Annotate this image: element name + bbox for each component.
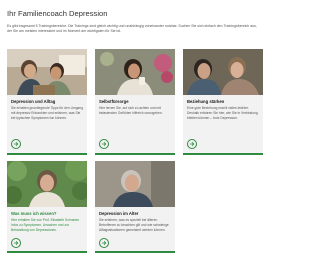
- arrow-right-circle-icon[interactable]: [99, 238, 109, 248]
- card-depression-im-alter[interactable]: Depression im Alter Sie erfahren, was es…: [95, 161, 175, 253]
- arrow-right-circle-icon[interactable]: [187, 139, 197, 149]
- card-description: Sie erfahren, was es speziell bei ältere…: [99, 218, 169, 232]
- card-accent-bar: [7, 251, 87, 253]
- card-title: Selbstfürsorge: [99, 99, 129, 104]
- card-beziehung-staerken[interactable]: Beziehung stärken Eine gute Beziehung ma…: [183, 49, 263, 155]
- card-selbstfuersorge[interactable]: Selbstfürsorge Hier lernen Sie, auf sich…: [95, 49, 175, 155]
- card-title: Depression und Alltag: [11, 99, 56, 104]
- arrow-right-circle-icon[interactable]: [11, 139, 21, 149]
- card-image-depression-im-alter: [95, 161, 175, 207]
- card-accent-bar: [7, 153, 87, 155]
- intro-text: Es gibt insgesamt 5 Trainingsbereiche. D…: [7, 24, 257, 33]
- arrow-right-circle-icon[interactable]: [99, 139, 109, 149]
- card-was-muss-ich-wissen[interactable]: Was muss ich wissen? Hier erhalten Sie v…: [7, 161, 87, 253]
- card-title: Was muss ich wissen?: [11, 211, 57, 216]
- card-image-was-muss-ich-wissen: [7, 161, 87, 207]
- card-description: Hier erhalten Sie von Prof. Elisabeth Sc…: [11, 218, 80, 232]
- card-title: Beziehung stärken: [187, 99, 225, 104]
- card-description: Eine gute Beziehung macht vieles leichte…: [187, 106, 258, 120]
- card-title: Depression im Alter: [99, 211, 139, 216]
- card-description: Hier lernen Sie, auf sich zu achten und …: [99, 106, 163, 115]
- page-title: Ihr Familiencoach Depression: [7, 9, 108, 18]
- card-accent-bar: [183, 153, 263, 155]
- card-accent-bar: [95, 251, 175, 253]
- card-description: Sie erhalten grundlegende Tipps für den …: [11, 106, 84, 120]
- card-depression-alltag[interactable]: Depression und Alltag Sie erhalten grund…: [7, 49, 87, 155]
- arrow-right-circle-icon[interactable]: [11, 238, 21, 248]
- card-image-beziehung-staerken: [183, 49, 263, 95]
- card-accent-bar: [95, 153, 175, 155]
- card-image-selbstfuersorge: [95, 49, 175, 95]
- card-image-depression-alltag: [7, 49, 87, 95]
